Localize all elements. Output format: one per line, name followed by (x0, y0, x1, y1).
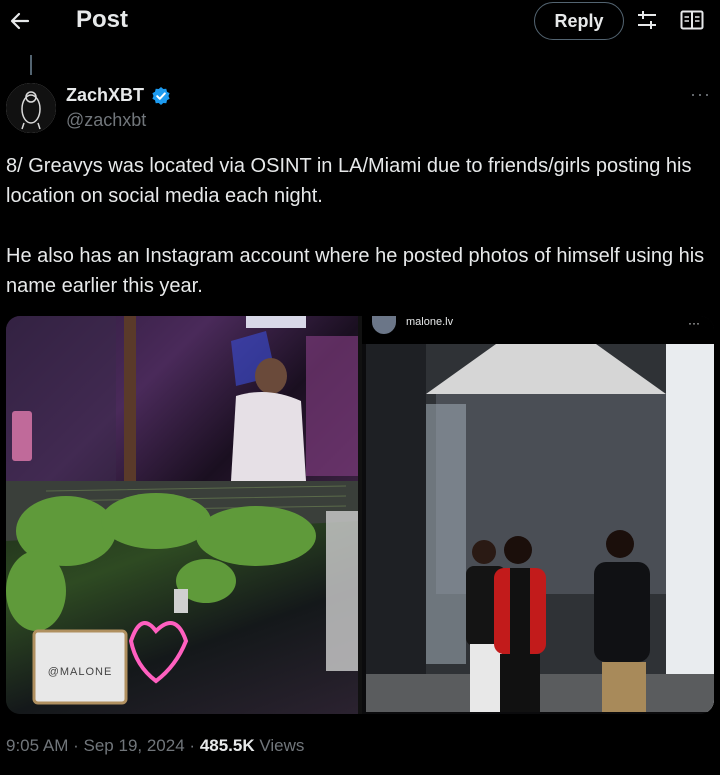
author-name[interactable]: ZachXBT (66, 85, 144, 106)
verified-badge-icon (151, 86, 171, 106)
instagram-avatar (372, 316, 396, 334)
reply-button[interactable]: Reply (534, 2, 624, 40)
thread-line (30, 55, 32, 75)
instagram-header: malone.lv ··· (362, 316, 714, 344)
media-image-instagram[interactable]: malone.lv ··· (362, 316, 714, 714)
media-image-patio[interactable]: @MALONE (6, 481, 358, 714)
meta-separator: · (73, 736, 79, 755)
svg-text:@MALONE: @MALONE (48, 666, 113, 678)
page-title: Post (76, 6, 129, 33)
post-paragraph-1: 8/ Greavys was located via OSINT in LA/M… (6, 155, 692, 207)
top-bar: Post Reply (0, 0, 720, 44)
instagram-username: malone.lv (406, 316, 454, 328)
media-grid[interactable]: @MALONE malone.lv ··· (6, 316, 714, 714)
post-body: 8/ Greavys was located via OSINT in LA/M… (6, 151, 706, 331)
media-image-nightclub[interactable] (6, 316, 358, 481)
author-handle[interactable]: @zachxbt (66, 110, 146, 131)
more-options-icon[interactable]: ··· (690, 84, 711, 105)
avatar[interactable] (6, 83, 56, 133)
instagram-photo (366, 344, 714, 712)
post-time[interactable]: 9:05 AM (6, 736, 68, 755)
post-meta: 9:05 AM · Sep 19, 2024 · 485.5K Views (6, 736, 304, 756)
sliders-icon[interactable] (636, 9, 658, 31)
meta-separator: · (189, 736, 196, 755)
back-arrow-icon[interactable] (8, 6, 32, 36)
post-date[interactable]: Sep 19, 2024 (84, 736, 185, 755)
views-count[interactable]: 485.5K (200, 736, 255, 755)
post-paragraph-2: He also has an Instagram account where h… (6, 245, 705, 297)
book-open-icon[interactable] (680, 10, 704, 30)
instagram-more-icon: ··· (688, 316, 700, 330)
views-label: Views (259, 736, 305, 755)
